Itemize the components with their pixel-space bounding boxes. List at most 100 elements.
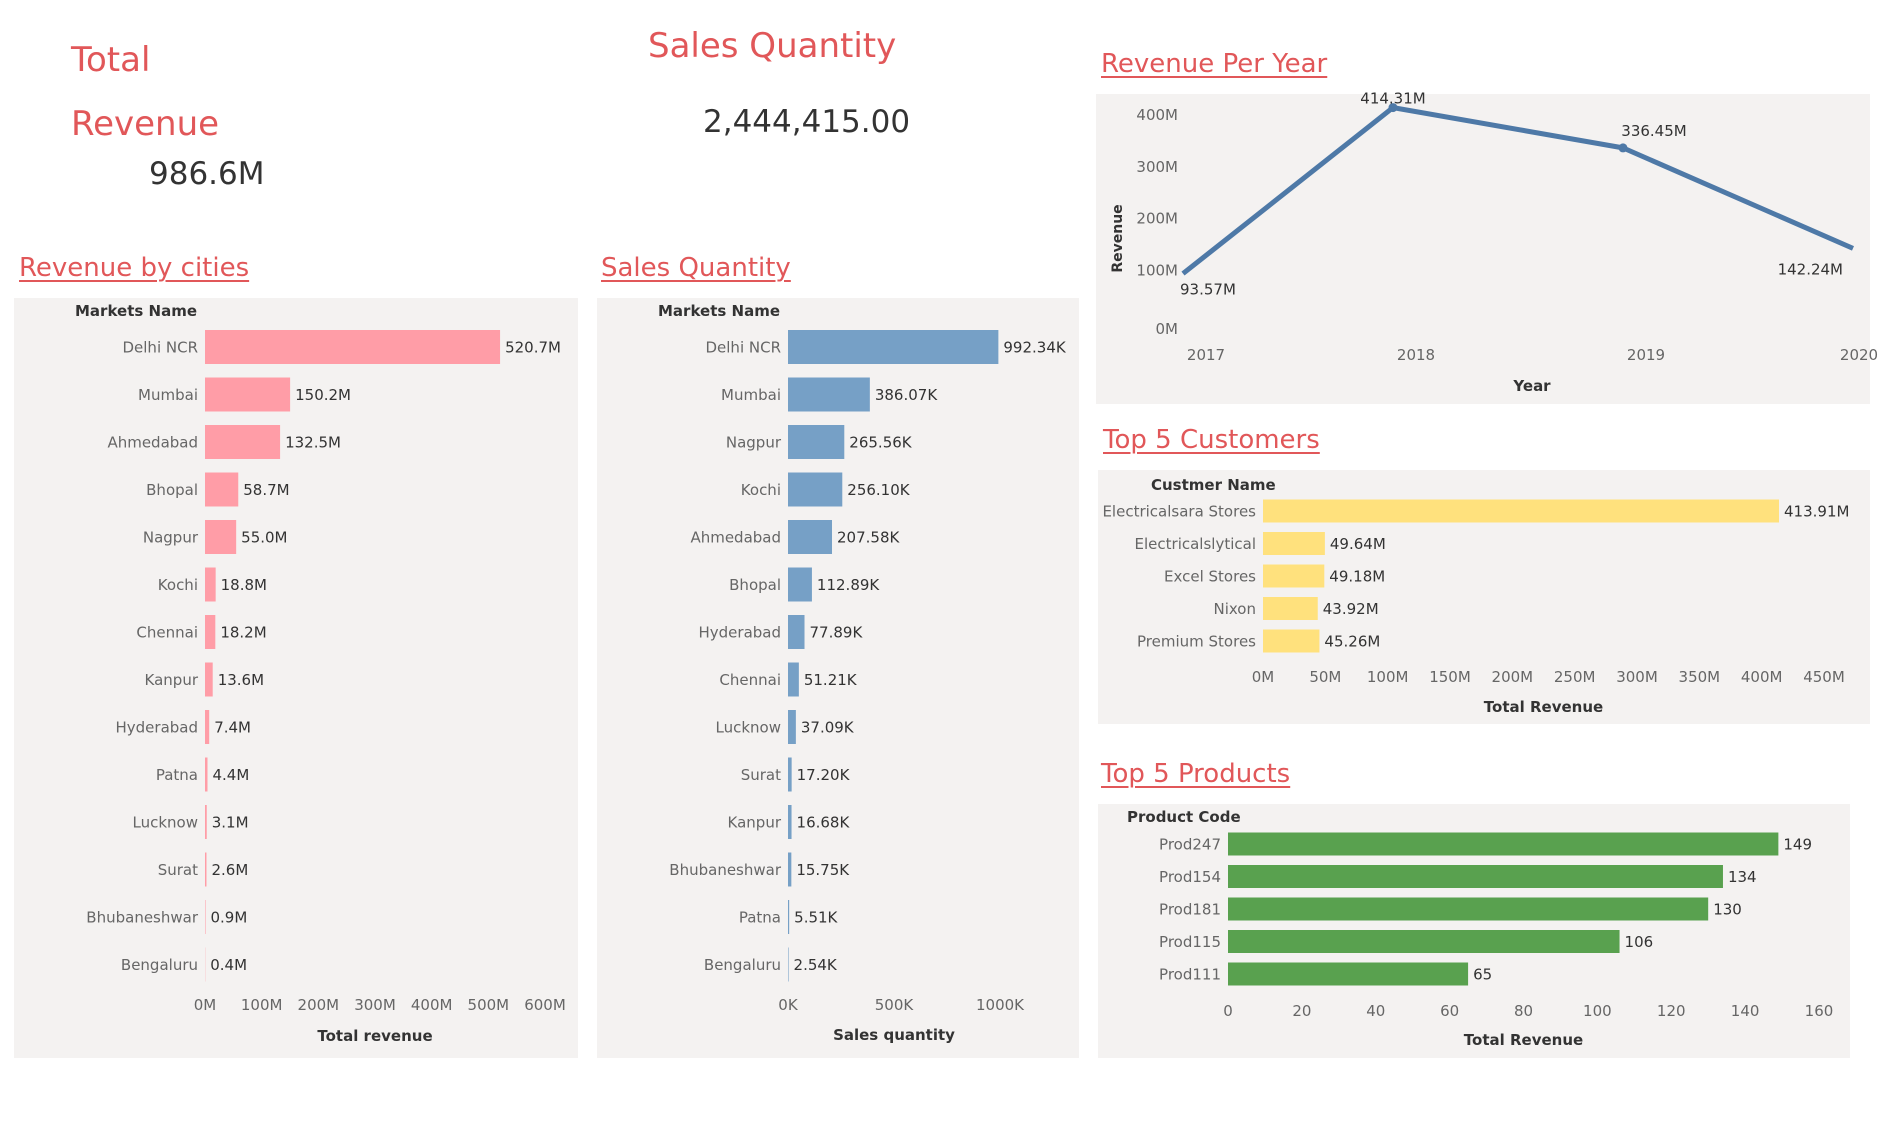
sales-quantity-value: 2,444,415.00 (703, 104, 911, 140)
customers-category-label: Electricalsara Stores (1102, 502, 1256, 520)
quantity-category-label: Nagpur (726, 433, 782, 451)
customers-chart: Custmer Name Electricalsara Stores 413.91M… (1102, 476, 1849, 716)
customers-chart-panel: Custmer Name Electricalsara Stores 413.91M… (1098, 470, 1870, 724)
cities-tick-label: 500M (468, 996, 510, 1014)
quantity-data-label: 16.68K (797, 813, 851, 831)
quantity-category-label: Mumbai (721, 386, 781, 404)
quantity-category-label: Chennai (719, 671, 781, 689)
products-tick-label: 160 (1805, 1002, 1834, 1020)
products-category-label: Prod115 (1159, 933, 1221, 951)
quantity-x-axis-title: Sales quantity (833, 1026, 955, 1044)
cities-chart-panel: Markets Name Delhi NCR 520.7M Mumbai 150.2M A… (14, 298, 578, 1058)
cities-tick-label: 0M (194, 996, 217, 1014)
revenue-per-year-title: Revenue Per Year (1101, 49, 1328, 79)
quantity-bar (788, 662, 799, 697)
customers-category-label: Excel Stores (1164, 567, 1256, 585)
products-bar (1228, 930, 1620, 953)
years-y-tick-label: 0M (1156, 320, 1179, 338)
revenue-by-cities-title: Revenue by cities (19, 253, 250, 283)
customers-tick-label: 350M (1679, 668, 1721, 686)
quantity-chart: Markets Name Delhi NCR 992.34K Mumbai 386.07… (658, 302, 1067, 1044)
quantity-bar (788, 425, 845, 459)
quantity-category-label: Delhi NCR (705, 338, 781, 356)
quantity-category-label: Bhubaneshwar (669, 861, 782, 879)
cities-data-label: 18.8M (221, 576, 267, 594)
cities-category-label: Lucknow (133, 813, 199, 831)
years-data-label: 142.24M (1778, 260, 1843, 278)
quantity-category-label: Bhopal (729, 576, 781, 594)
products-bar (1228, 897, 1709, 921)
sales-quantity-section-title: Sales Quantity (601, 253, 791, 283)
cities-tick-label: 200M (298, 996, 340, 1014)
products-tick-label: 20 (1292, 1002, 1311, 1020)
quantity-data-label: 207.58K (837, 528, 900, 546)
quantity-data-label: 256.10K (847, 481, 910, 499)
customers-data-label: 43.92M (1323, 600, 1379, 618)
customers-tick-label: 200M (1492, 668, 1534, 686)
quantity-category-label: Surat (741, 766, 781, 784)
quantity-data-label: 17.20K (797, 766, 851, 784)
quantity-bar (788, 900, 790, 934)
customers-tick-label: 150M (1429, 668, 1471, 686)
quantity-bar (788, 330, 999, 364)
quantity-bar (788, 520, 833, 554)
quantity-tick-label: 0K (778, 996, 799, 1014)
products-tick-label: 80 (1514, 1002, 1533, 1020)
quantity-data-label: 15.75K (796, 861, 850, 879)
quantity-data-label: 51.21K (804, 671, 858, 689)
products-tick-label: 100 (1583, 1002, 1612, 1020)
quantity-category-label: Ahmedabad (690, 528, 781, 546)
cities-data-label: 0.9M (211, 908, 248, 926)
customers-data-label: 413.91M (1784, 502, 1849, 520)
sales-quantity-title: Sales Quantity (648, 26, 897, 66)
quantity-data-label: 2.54K (794, 956, 838, 974)
customers-bar (1263, 564, 1325, 588)
quantity-data-label: 265.56K (849, 433, 912, 451)
years-y-tick-label: 400M (1136, 106, 1178, 124)
quantity-category-label: Kochi (741, 481, 781, 499)
products-x-axis-title: Total Revenue (1464, 1031, 1583, 1049)
cities-category-label: Kochi (158, 576, 198, 594)
quantity-bar (788, 710, 796, 744)
cities-x-axis-title: Total revenue (317, 1027, 432, 1045)
cities-tick-label: 600M (524, 996, 566, 1014)
cities-category-label: Ahmedabad (107, 433, 198, 451)
customers-category-label: Nixon (1214, 600, 1257, 618)
products-category-label: Prod181 (1159, 900, 1221, 918)
cities-bar (205, 757, 208, 792)
years-data-label: 336.45M (1621, 122, 1686, 140)
cities-bar (205, 330, 501, 364)
customers-tick-label: 50M (1309, 668, 1341, 686)
quantity-tick-label: 500K (875, 996, 915, 1014)
years-x-tick-label: 2018 (1397, 346, 1435, 364)
cities-category-label: Mumbai (138, 386, 198, 404)
customers-bar (1263, 532, 1325, 555)
cities-bar (205, 852, 207, 887)
years-y-axis-title: Revenue (1110, 204, 1126, 272)
quantity-tick-label: 1000K (976, 996, 1025, 1014)
cities-category-label: Bengaluru (121, 956, 198, 974)
cities-data-label: 2.6M (211, 861, 248, 879)
cities-data-label: 520.7M (505, 338, 561, 356)
cities-tick-label: 300M (354, 996, 396, 1014)
products-tick-label: 60 (1440, 1002, 1459, 1020)
products-data-label: 149 (1783, 835, 1812, 853)
quantity-data-label: 112.89K (817, 576, 880, 594)
cities-data-label: 4.4M (212, 766, 249, 784)
cities-data-label: 7.4M (214, 718, 251, 736)
cities-bar (205, 710, 210, 744)
years-chart-panel: 0M 100M 200M 300M 400M Revenue 93.57M 414.31M 33… (1096, 90, 1878, 404)
customers-tick-label: 300M (1616, 668, 1658, 686)
quantity-header: Markets Name (658, 302, 780, 320)
products-category-label: Prod247 (1159, 835, 1221, 853)
products-data-label: 130 (1713, 900, 1742, 918)
cities-bar (205, 662, 213, 697)
years-data-label: 414.31M (1360, 90, 1425, 108)
quantity-data-label: 37.09K (801, 718, 855, 736)
cities-bar (205, 900, 206, 934)
years-point (1618, 143, 1628, 153)
quantity-category-label: Lucknow (716, 718, 782, 736)
quantity-data-label: 386.07K (875, 386, 938, 404)
products-bar (1228, 865, 1723, 888)
quantity-bar (788, 472, 843, 507)
